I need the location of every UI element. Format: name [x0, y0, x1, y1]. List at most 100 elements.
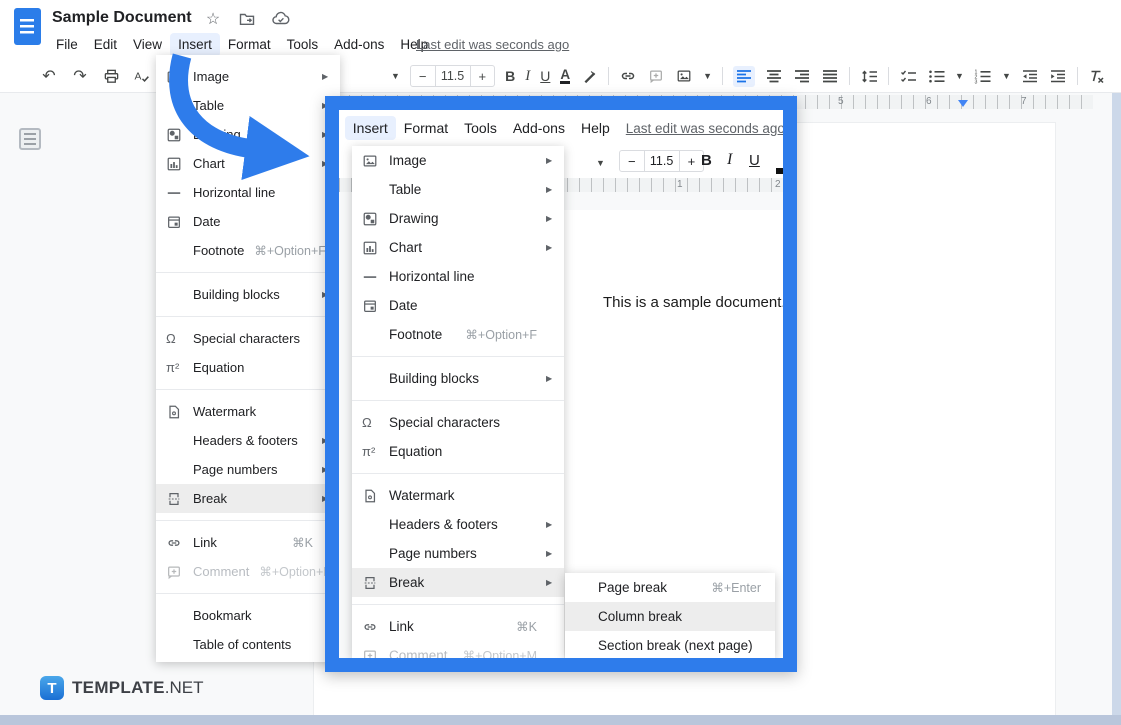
line-spacing-icon[interactable]: [860, 67, 878, 85]
ruler-indent-marker[interactable]: [958, 100, 968, 107]
menu-item-bookmark[interactable]: Bookmark ▶: [156, 601, 340, 630]
bold-button[interactable]: B: [701, 152, 712, 169]
link-icon: [166, 535, 193, 551]
menu-item-image[interactable]: Image ▶: [352, 146, 564, 175]
menu-item-page-break[interactable]: Page break ⌘+Enter: [565, 573, 775, 602]
menu-item-headers-footers[interactable]: Headers & footers ▶: [352, 510, 564, 539]
underline-button[interactable]: U: [540, 68, 550, 84]
spellcheck-icon[interactable]: A: [133, 67, 151, 85]
insert-comment-icon[interactable]: [647, 67, 665, 85]
numbered-list-dropdown-icon[interactable]: ▼: [1002, 71, 1011, 81]
redo-icon[interactable]: ↷: [71, 67, 89, 85]
menu-item-building-blocks[interactable]: Building blocks ▶: [352, 364, 564, 393]
last-edit-link[interactable]: Last edit was seconds ago: [626, 121, 783, 136]
zoom-dropdown-icon[interactable]: ▼: [596, 158, 605, 168]
font-size-decrease-button[interactable]: −: [620, 154, 644, 169]
star-icon[interactable]: ☆: [203, 9, 223, 29]
document-outline-icon[interactable]: [19, 128, 41, 150]
menu-help[interactable]: Help: [573, 116, 618, 140]
align-right-icon[interactable]: [793, 67, 811, 85]
font-size-value[interactable]: 11.5: [644, 150, 680, 172]
bold-button[interactable]: B: [505, 68, 515, 84]
menu-item-footnote[interactable]: Footnote ⌘+Option+F ▶: [352, 320, 564, 349]
menu-item-comment[interactable]: Comment ⌘+Option+M ▶: [352, 641, 564, 658]
font-size-value[interactable]: 11.5: [435, 65, 471, 87]
menu-tools[interactable]: Tools: [456, 116, 505, 140]
undo-icon[interactable]: ↶: [40, 67, 58, 85]
menu-item-date[interactable]: Date ▶: [352, 291, 564, 320]
last-edit-link[interactable]: Last edit was seconds ago: [416, 37, 569, 52]
document-body-text[interactable]: This is a sample document.: [603, 294, 783, 311]
menu-file[interactable]: File: [48, 33, 86, 57]
clear-formatting-icon[interactable]: [1088, 67, 1106, 85]
document-title[interactable]: Sample Document: [52, 9, 192, 27]
italic-button[interactable]: I: [727, 151, 732, 169]
font-size-decrease-button[interactable]: −: [411, 69, 435, 84]
menu-item-building-blocks[interactable]: Building blocks ▶: [156, 280, 340, 309]
font-size-increase-button[interactable]: +: [471, 69, 495, 84]
menu-item-horizontal-line[interactable]: Horizontal line ▶: [156, 178, 340, 207]
menu-insert[interactable]: Insert: [345, 116, 396, 140]
zoom-dropdown-icon[interactable]: ▼: [391, 71, 400, 81]
menu-edit[interactable]: Edit: [86, 33, 125, 57]
print-icon[interactable]: [102, 67, 120, 85]
justify-icon[interactable]: [821, 67, 839, 85]
menu-item-table[interactable]: Table ▶: [352, 175, 564, 204]
text-color-button[interactable]: A: [560, 68, 570, 84]
menu-item-special-characters[interactable]: Ω Special characters ▶: [156, 324, 340, 353]
checklist-icon[interactable]: [899, 67, 917, 85]
underline-button[interactable]: U: [749, 152, 760, 169]
numbered-list-icon[interactable]: 123: [974, 67, 992, 85]
insert-link-icon[interactable]: [619, 67, 637, 85]
font-size-control: − 11.5 +: [619, 150, 704, 172]
menu-item-headers-footers[interactable]: Headers & footers ▶: [156, 426, 340, 455]
decrease-indent-icon[interactable]: [1021, 67, 1039, 85]
font-size-increase-button[interactable]: +: [680, 154, 704, 169]
insert-image-icon[interactable]: [675, 67, 693, 85]
ruler-mark: 5: [838, 96, 844, 107]
submenu-arrow-icon: ▶: [546, 156, 554, 165]
menu-add-ons[interactable]: Add-ons: [505, 116, 573, 140]
menu-item-horizontal-line[interactable]: Horizontal line ▶: [352, 262, 564, 291]
menu-add-ons[interactable]: Add-ons: [326, 33, 392, 57]
highlight-icon[interactable]: [580, 67, 598, 85]
menu-item-page-numbers[interactable]: Page numbers ▶: [352, 539, 564, 568]
menu-item-link[interactable]: Link ⌘K ▶: [156, 528, 340, 557]
menu-view[interactable]: View: [339, 116, 345, 140]
menu-item-watermark[interactable]: Watermark ▶: [156, 397, 340, 426]
menu-item-footnote[interactable]: Footnote ⌘+Option+F ▶: [156, 236, 340, 265]
italic-button[interactable]: I: [525, 68, 530, 85]
menu-format[interactable]: Format: [396, 116, 456, 140]
menu-item-special-characters[interactable]: Ω Special characters ▶: [352, 408, 564, 437]
menu-divider: [352, 400, 564, 401]
menu-item-table-of-contents[interactable]: Table of contents ▶: [156, 630, 340, 659]
menu-item-equation[interactable]: π² Equation ▶: [352, 437, 564, 466]
bulleted-list-icon[interactable]: [927, 67, 945, 85]
menu-item-drawing[interactable]: Drawing ▶: [352, 204, 564, 233]
menu-item-page-numbers[interactable]: Page numbers ▶: [156, 455, 340, 484]
google-docs-logo-icon[interactable]: [14, 8, 41, 45]
menu-item-date[interactable]: Date ▶: [156, 207, 340, 236]
image-dropdown-icon[interactable]: ▼: [703, 71, 712, 81]
align-center-icon[interactable]: [765, 67, 783, 85]
menu-item-break[interactable]: Break ▶: [352, 568, 564, 597]
submenu-arrow-icon: ▶: [546, 578, 554, 587]
move-folder-icon[interactable]: [237, 9, 257, 29]
menu-item-comment[interactable]: Comment ⌘+Option+M ▶: [156, 557, 340, 586]
menu-item-section-break-next-page[interactable]: Section break (next page): [565, 631, 775, 658]
menu-item-column-break[interactable]: Column break: [565, 602, 775, 631]
increase-indent-icon[interactable]: [1049, 67, 1067, 85]
menu-item-equation[interactable]: π² Equation ▶: [156, 353, 340, 382]
scrollbar[interactable]: [1112, 93, 1121, 715]
cloud-saved-icon[interactable]: [271, 9, 291, 29]
menu-item-chart[interactable]: Chart ▶: [352, 233, 564, 262]
submenu-arrow-icon: ▶: [546, 374, 554, 383]
menu-item-break[interactable]: Break ▶: [156, 484, 340, 513]
align-left-icon[interactable]: [733, 66, 755, 87]
menu-divider: [156, 520, 340, 521]
menu-item-link[interactable]: Link ⌘K ▶: [352, 612, 564, 641]
bulleted-list-dropdown-icon[interactable]: ▼: [955, 71, 964, 81]
menu-item-watermark[interactable]: Watermark ▶: [352, 481, 564, 510]
drawing-icon: [362, 211, 389, 227]
google-docs-window: 5 6 7 Sample Document ☆ FileEditViewInse…: [0, 0, 1121, 725]
